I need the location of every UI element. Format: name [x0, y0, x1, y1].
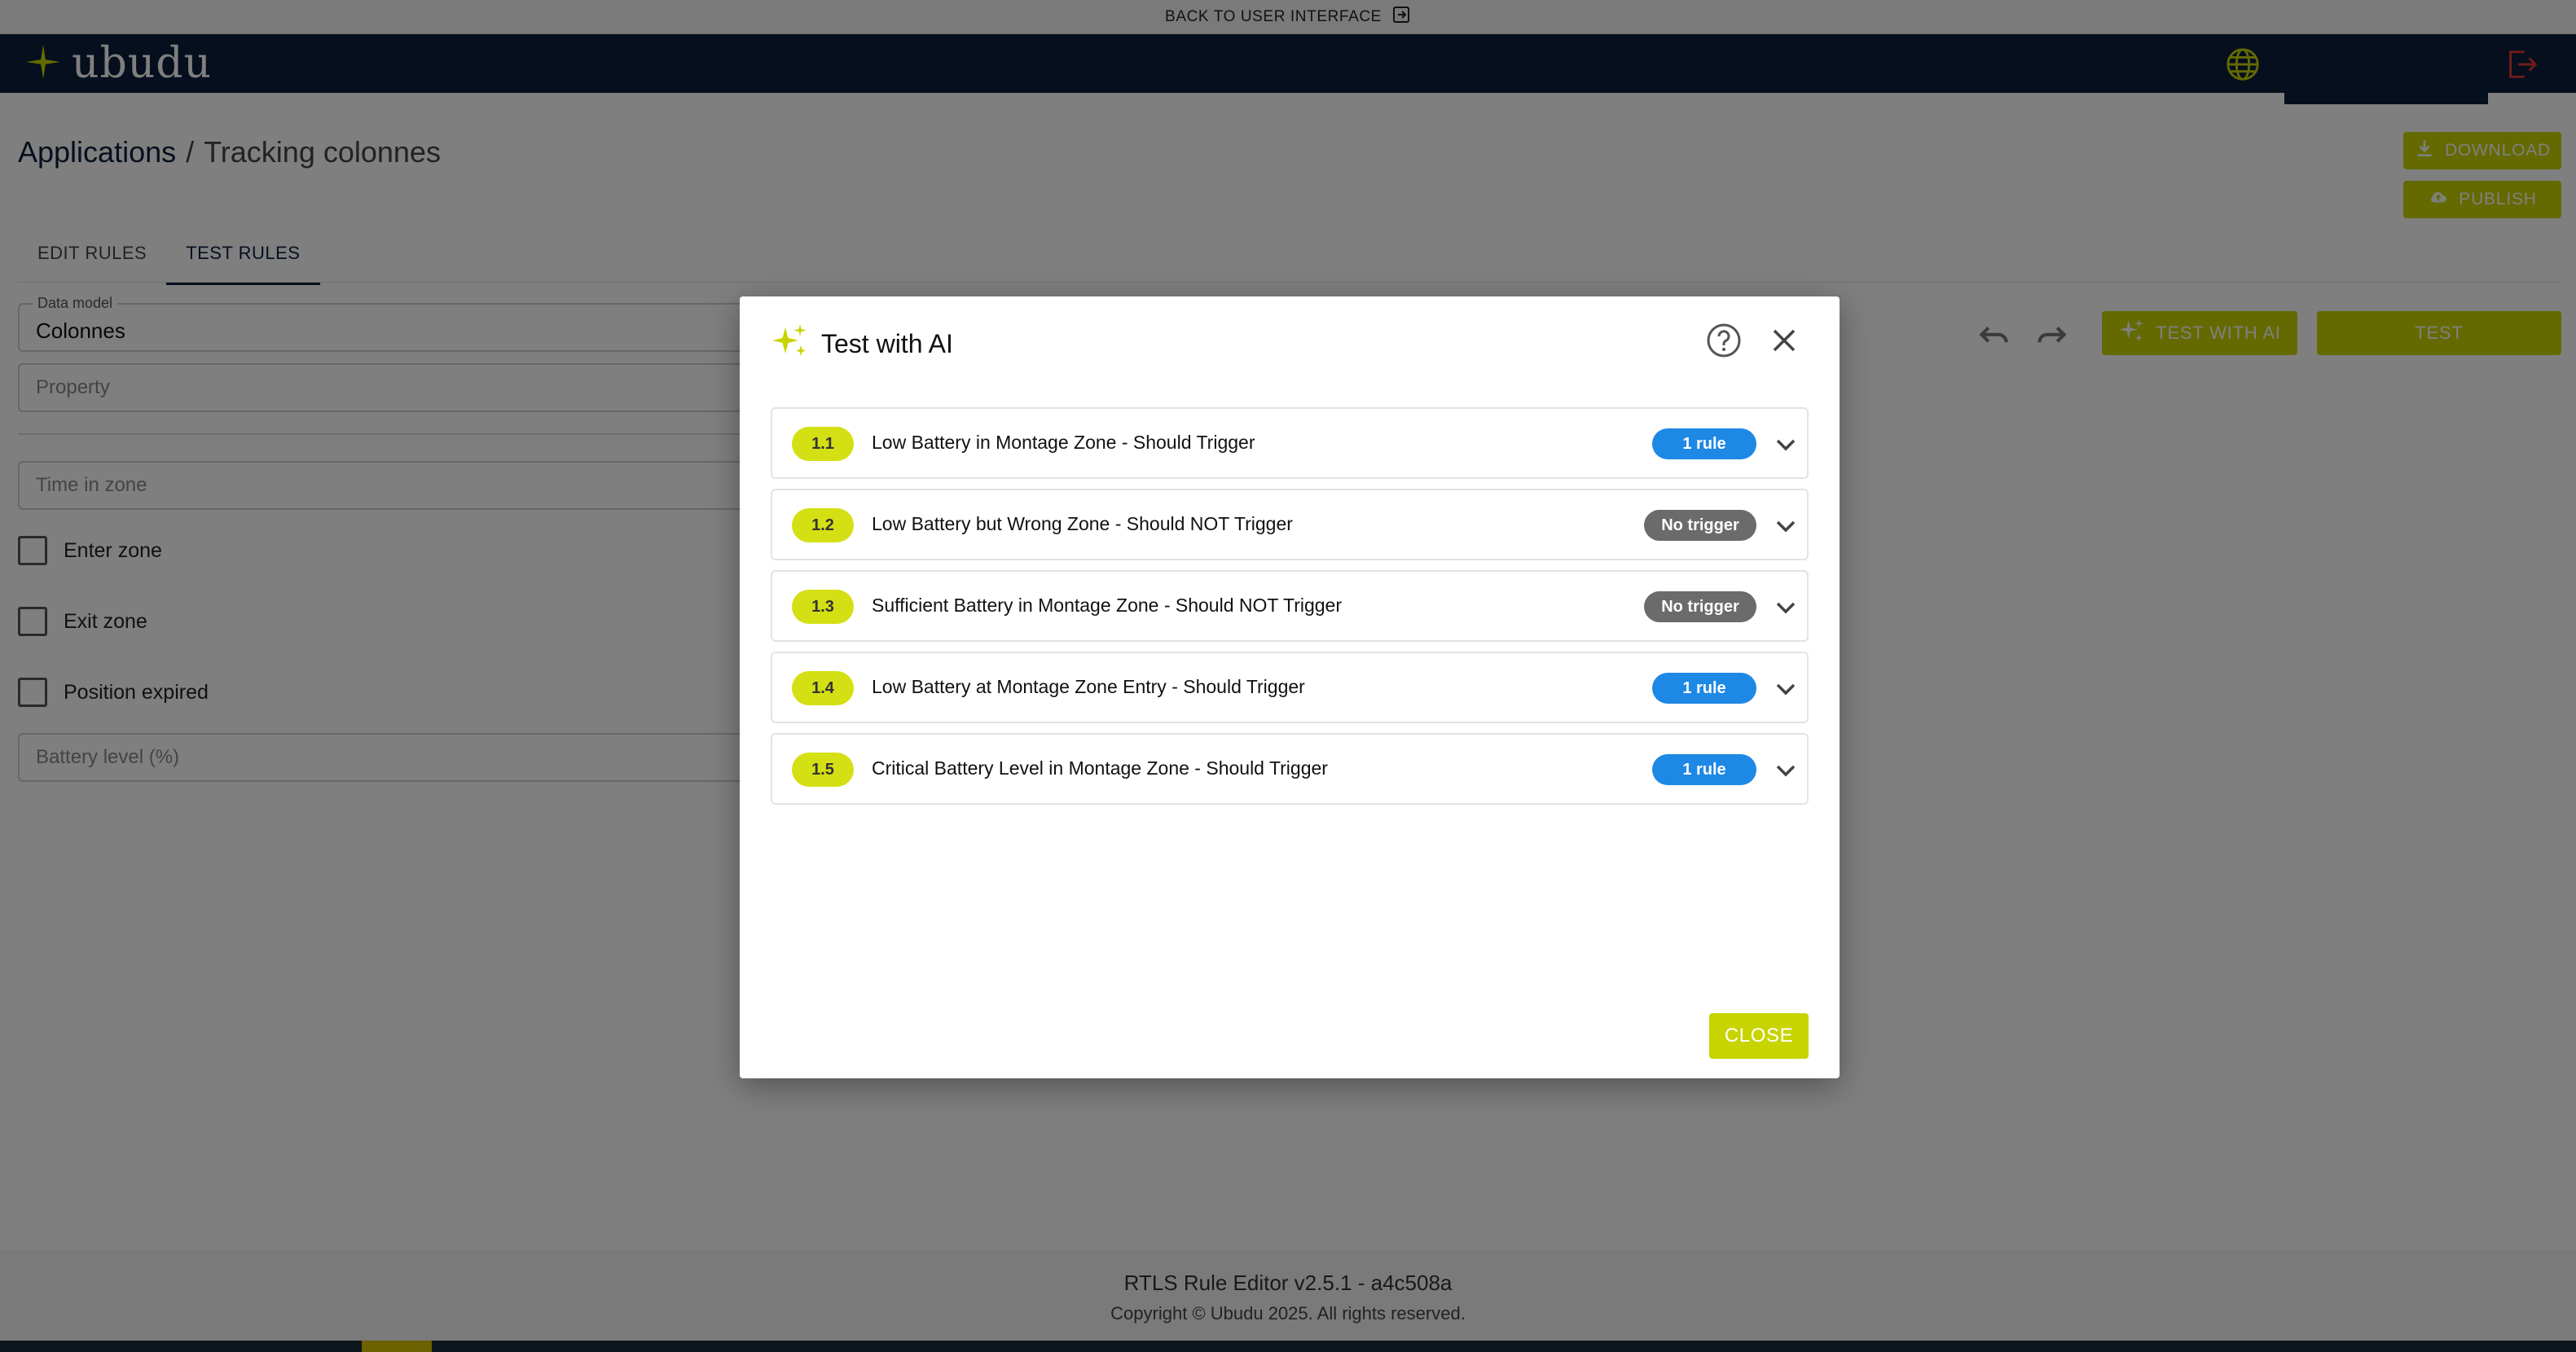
scenario-title: Sufficient Battery in Montage Zone - Sho… [872, 595, 1342, 616]
close-button[interactable]: CLOSE [1709, 1013, 1809, 1059]
scenario-title: Low Battery in Montage Zone - Should Tri… [872, 432, 1255, 453]
scenario-status-badge: No trigger [1644, 510, 1756, 541]
scenario-id-badge: 1.5 [792, 753, 854, 787]
dialog-title: Test with AI [821, 328, 953, 358]
scenario-status-badge: 1 rule [1652, 673, 1756, 704]
help-circle-icon[interactable] [1704, 321, 1743, 360]
scenario-title: Critical Battery Level in Montage Zone -… [872, 757, 1328, 779]
scenario-id-badge: 1.1 [792, 427, 854, 461]
scenario-status-badge: 1 rule [1652, 428, 1756, 459]
test-with-ai-dialog: Test with AI 1.1 Low Battery in Montage … [740, 296, 1840, 1078]
chevron-down-icon[interactable] [1771, 674, 1800, 704]
scenario-status-badge: No trigger [1644, 591, 1756, 622]
scenario-status-badge: 1 rule [1652, 754, 1756, 785]
scenario-id-badge: 1.4 [792, 671, 854, 705]
scenario-row[interactable]: 1.3 Sufficient Battery in Montage Zone -… [771, 570, 1809, 642]
chevron-down-icon[interactable] [1771, 430, 1800, 459]
scenario-row[interactable]: 1.5 Critical Battery Level in Montage Zo… [771, 733, 1809, 805]
scenario-row[interactable]: 1.1 Low Battery in Montage Zone - Should… [771, 407, 1809, 479]
scenario-title: Low Battery but Wrong Zone - Should NOT … [872, 513, 1293, 534]
scenario-id-badge: 1.3 [792, 590, 854, 624]
scenario-row[interactable]: 1.4 Low Battery at Montage Zone Entry - … [771, 652, 1809, 723]
chevron-down-icon[interactable] [1771, 756, 1800, 785]
chevron-down-icon[interactable] [1771, 511, 1800, 541]
dialog-header: Test with AI [771, 321, 953, 367]
scenario-title: Low Battery at Montage Zone Entry - Shou… [872, 676, 1305, 697]
sparkles-icon [771, 321, 810, 367]
close-button-label: CLOSE [1724, 1025, 1794, 1047]
chevron-down-icon[interactable] [1771, 593, 1800, 622]
scenario-row[interactable]: 1.2 Low Battery but Wrong Zone - Should … [771, 489, 1809, 560]
scenario-id-badge: 1.2 [792, 508, 854, 542]
close-icon[interactable] [1765, 321, 1804, 360]
